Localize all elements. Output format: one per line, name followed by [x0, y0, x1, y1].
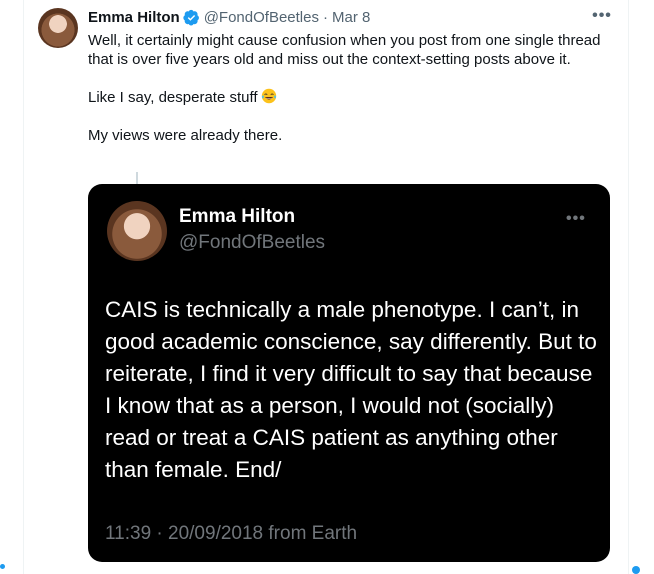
face-with-tears-of-joy-icon: [261, 88, 277, 104]
quoted-more-icon: •••: [566, 210, 586, 227]
verified-badge-icon: [183, 9, 200, 26]
quoted-tweet-image[interactable]: Emma Hilton @FondOfBeetles ••• CAIS is t…: [88, 184, 610, 562]
unread-indicator-dot: [0, 564, 5, 569]
quoted-author-name: Emma Hilton: [179, 206, 296, 227]
more-options-icon[interactable]: •••: [592, 7, 612, 24]
tweet-page: Emma Hilton @FondOfBeetles · Mar 8 ••• W…: [0, 0, 654, 574]
author-name[interactable]: Emma Hilton: [88, 9, 180, 26]
quoted-tweet-text: CAIS is technically a male phenotype. I …: [105, 297, 597, 482]
tweet-paragraph-3: My views were already there.: [88, 127, 283, 144]
avatar[interactable]: [38, 8, 78, 48]
new-post-indicator-dot: [632, 566, 640, 574]
quoted-tweet-meta: 11:39 · 20/09/2018 from Earth: [105, 523, 358, 544]
tweet-header: Emma Hilton @FondOfBeetles · Mar 8: [88, 6, 370, 28]
tweet-paragraph-2-text: Like I say, desperate stuff: [88, 89, 258, 106]
timeline-border-left: [23, 0, 24, 574]
timeline-border-right: [628, 0, 629, 574]
quoted-author-handle: @FondOfBeetles: [179, 232, 326, 253]
thread-connector-line: [136, 172, 138, 184]
tweet-paragraph-2: Like I say, desperate stuff: [88, 88, 613, 107]
tweet-paragraph-1: Well, it certainly might cause confusion…: [88, 32, 601, 68]
quoted-avatar: [107, 201, 167, 261]
tweet-body: Well, it certainly might cause confusion…: [88, 31, 613, 164]
author-handle[interactable]: @FondOfBeetles: [204, 9, 319, 26]
header-separator: ·: [322, 8, 328, 26]
tweet-date[interactable]: Mar 8: [332, 9, 370, 26]
